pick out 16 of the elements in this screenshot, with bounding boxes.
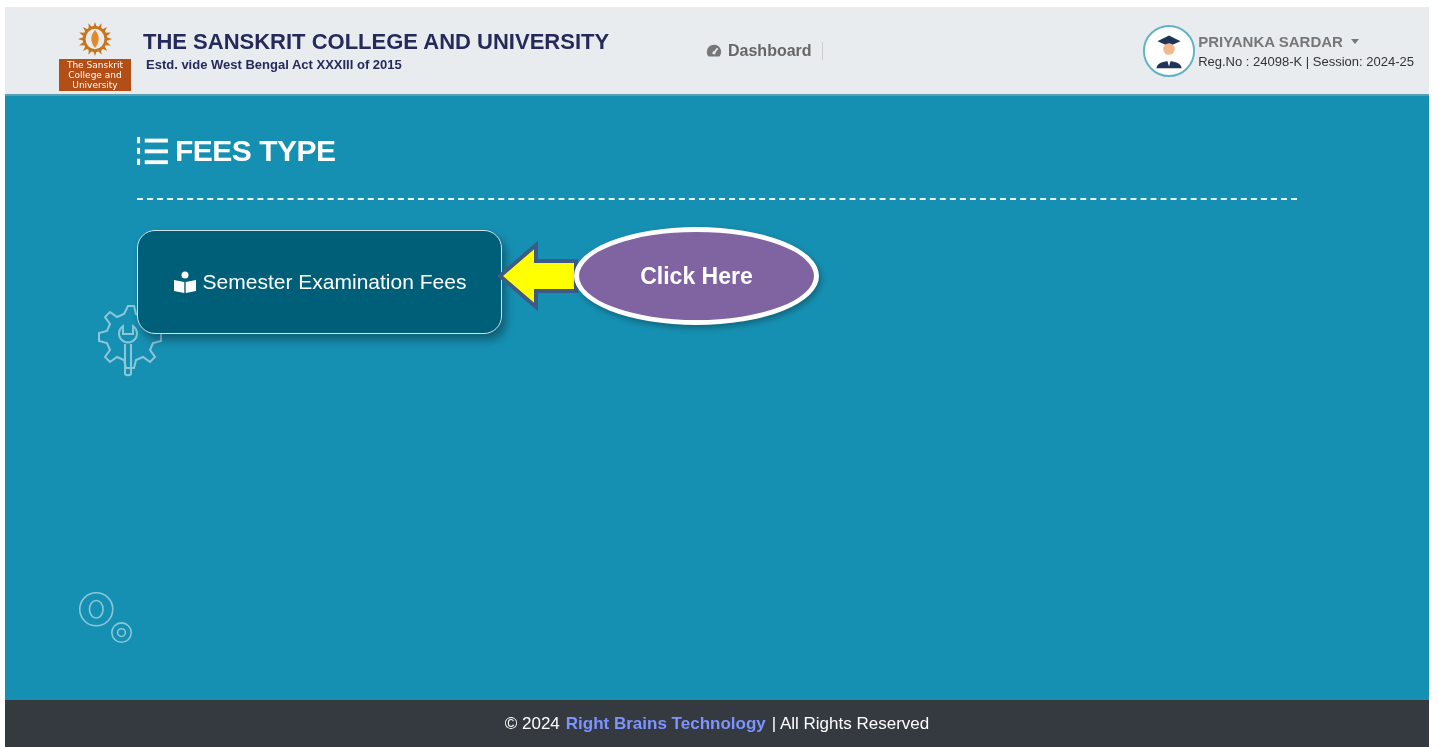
college-logo: The Sanskrit College and University: [59, 10, 131, 91]
caret-icon: [1350, 38, 1359, 44]
numbered-list-icon: [137, 134, 171, 168]
click-here-callout: Click Here: [574, 227, 819, 325]
reader-icon: [172, 270, 197, 294]
copyright-text: © 2024: [504, 713, 560, 734]
establishment-note: Estd. vide West Bengal Act XXXIII of 2015: [146, 57, 403, 72]
university-name: THE SANSKRIT COLLEGE AND UNIVERSITY: [143, 29, 610, 55]
rights-text: | All Rights Reserved: [771, 713, 930, 734]
page-heading: FEES TYPE: [137, 134, 1297, 168]
user-menu[interactable]: PRIYANKA SARDAR: [1198, 32, 1414, 50]
company-link[interactable]: Right Brains Technology: [565, 713, 766, 734]
graduate-avatar-icon: [1142, 23, 1197, 78]
fee-type-card[interactable]: Semester Examination Fees: [137, 230, 502, 334]
dashboard-link[interactable]: Dashboard: [705, 41, 823, 60]
registration-details: Reg.No : 24098-K | Session: 2024-25: [1198, 53, 1414, 69]
